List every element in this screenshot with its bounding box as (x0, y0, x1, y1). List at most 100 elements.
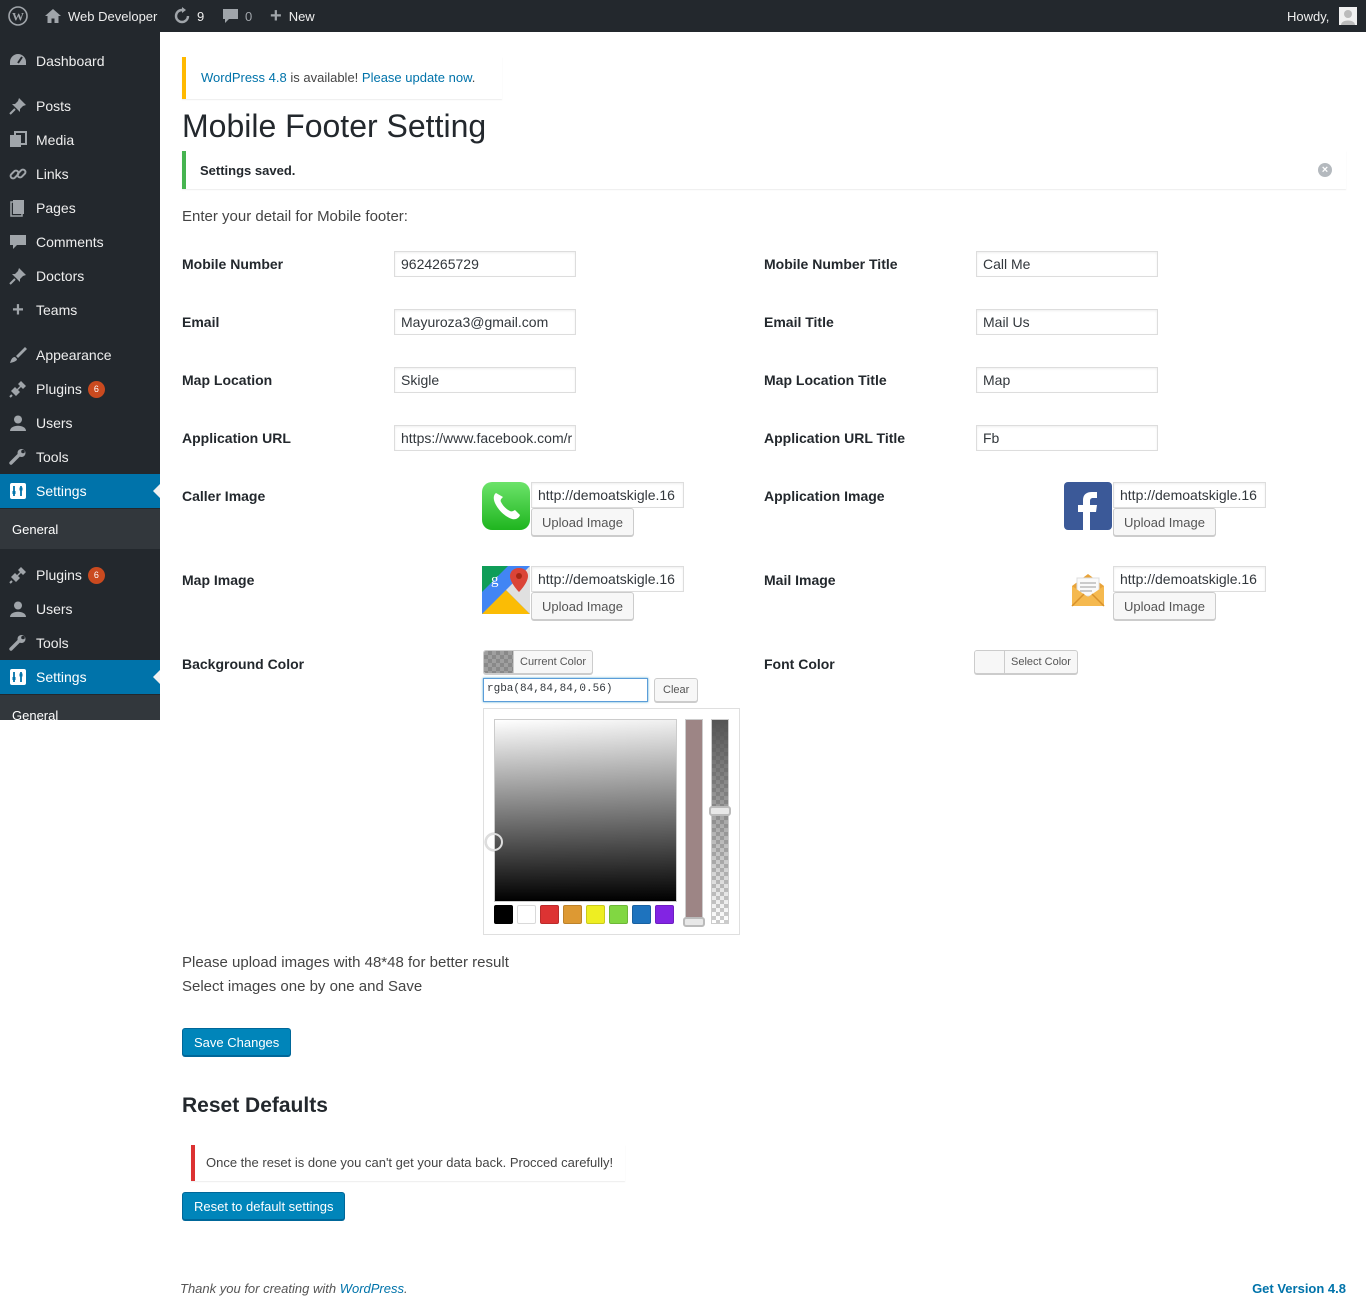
sidebar-subitem-general[interactable]: General (0, 509, 160, 549)
dismiss-icon[interactable]: × (1318, 163, 1332, 177)
picker-handle[interactable] (485, 833, 503, 851)
map-location-input[interactable]: Skigle (394, 367, 576, 393)
palette-swatch[interactable] (540, 905, 559, 924)
sidebar-subitem-general-2[interactable]: General (0, 695, 160, 720)
user-icon (0, 414, 36, 432)
google-maps-icon: g (482, 566, 530, 614)
application-image-url-input[interactable]: http://demoatskigle.16 (1113, 482, 1266, 508)
media-icon (0, 131, 36, 149)
new-content-link[interactable]: + New (270, 0, 315, 32)
email-title-input[interactable]: Mail Us (976, 309, 1158, 335)
sidebar-item-doctors[interactable]: Doctors (0, 259, 160, 293)
caller-image-url-input[interactable]: http://demoatskigle.16 (531, 482, 684, 508)
sidebar-item-label: Pages (36, 200, 76, 216)
palette-swatch[interactable] (517, 905, 536, 924)
map-upload-button[interactable]: Upload Image (531, 592, 634, 620)
page-title: Mobile Footer Setting (182, 108, 487, 144)
mail-image-url-input[interactable]: http://demoatskigle.16 (1113, 566, 1266, 592)
select-color-label: Select Color (1011, 656, 1071, 668)
palette-swatch[interactable] (609, 905, 628, 924)
sidebar-item-settings-2[interactable]: Settings (0, 660, 160, 694)
saturation-lightness-square[interactable] (494, 719, 677, 902)
updates-link[interactable]: 9 (173, 0, 204, 32)
mail-image-label: Mail Image (764, 572, 836, 588)
pin-icon (0, 267, 36, 285)
mobile-number-input[interactable]: 9624265729 (394, 251, 576, 277)
application-url-input[interactable]: https://www.facebook.com/r (394, 425, 576, 451)
palette-swatch[interactable] (655, 905, 674, 924)
brush-icon (0, 346, 36, 364)
howdy-text: Howdy, (1287, 8, 1330, 24)
footer-thanks-text: Thank you for creating with (180, 1281, 340, 1296)
palette-swatch[interactable] (563, 905, 582, 924)
sidebar-item-label: Tools (36, 635, 69, 651)
map-image-url-input[interactable]: http://demoatskigle.16 (531, 566, 684, 592)
mail-upload-button[interactable]: Upload Image (1113, 592, 1216, 620)
site-name-link[interactable]: Web Developer (44, 0, 157, 32)
application-upload-button[interactable]: Upload Image (1113, 508, 1216, 536)
sidebar-item-plugins[interactable]: Plugins 6 (0, 372, 160, 406)
user-icon (0, 600, 36, 618)
sidebar-item-dashboard[interactable]: Dashboard (0, 44, 160, 78)
link-icon (0, 165, 36, 183)
sidebar-item-users-2[interactable]: Users (0, 592, 160, 626)
sidebar-item-tools[interactable]: Tools (0, 440, 160, 474)
wordpress-logo-icon[interactable]: W (8, 0, 28, 32)
hue-slider[interactable] (683, 719, 705, 927)
alpha-slider[interactable] (709, 719, 731, 924)
save-changes-button[interactable]: Save Changes (182, 1028, 292, 1056)
current-color-swatch (484, 651, 514, 673)
sidebar-item-label: Links (36, 166, 69, 182)
sidebar-item-appearance[interactable]: Appearance (0, 338, 160, 372)
caller-upload-button[interactable]: Upload Image (531, 508, 634, 536)
reset-defaults-button[interactable]: Reset to default settings (182, 1192, 346, 1220)
sidebar-item-media[interactable]: Media (0, 123, 160, 157)
mobile-number-title-input[interactable]: Call Me (976, 251, 1158, 277)
map-location-title-input[interactable]: Map (976, 367, 1158, 393)
comments-link[interactable]: 0 (222, 0, 252, 32)
phone-icon (482, 482, 530, 530)
sidebar-item-label: Media (36, 132, 75, 148)
font-color-label: Font Color (764, 656, 835, 672)
palette-swatch[interactable] (586, 905, 605, 924)
email-input[interactable]: Mayuroza3@gmail.com (394, 309, 576, 335)
sidebar-item-plugins-2[interactable]: Plugins 6 (0, 558, 160, 592)
map-image-label: Map Image (182, 572, 255, 588)
sidebar-item-users[interactable]: Users (0, 406, 160, 440)
settings-icon (0, 668, 36, 686)
font-color-button[interactable]: Select Color (974, 650, 1078, 674)
reset-warning-notice: Once the reset is done you can't get you… (191, 1145, 625, 1181)
clear-color-button[interactable]: Clear (654, 678, 699, 702)
caller-image-label: Caller Image (182, 488, 266, 504)
sidebar-item-links[interactable]: Links (0, 157, 160, 191)
palette-swatch[interactable] (494, 905, 513, 924)
sidebar-item-teams[interactable]: + Teams (0, 293, 160, 327)
plugin-icon (0, 566, 36, 584)
palette-swatch[interactable] (632, 905, 651, 924)
sidebar-item-label: Teams (36, 302, 78, 318)
sidebar-item-tools-2[interactable]: Tools (0, 626, 160, 660)
footer-version-link[interactable]: Get Version 4.8 (1252, 1281, 1346, 1296)
hue-slider-handle[interactable] (683, 917, 705, 927)
my-account-link[interactable]: Howdy, (1287, 0, 1358, 32)
footer-wordpress-link[interactable]: WordPress (340, 1281, 404, 1296)
update-now-link[interactable]: Please update now (362, 70, 472, 85)
sidebar-item-comments[interactable]: Comments (0, 225, 160, 259)
sidebar-item-label: Posts (36, 98, 72, 114)
wordpress-version-link[interactable]: WordPress 4.8 (201, 70, 287, 85)
application-url-title-input[interactable]: Fb (976, 425, 1158, 451)
background-color-value-input[interactable]: rgba(84,84,84,0.56) (483, 678, 648, 702)
wrench-icon (0, 448, 36, 466)
email-label: Email (182, 314, 220, 330)
sidebar-item-label: Plugins (36, 567, 82, 583)
mobile-number-label: Mobile Number (182, 256, 284, 272)
sidebar-item-settings[interactable]: Settings (0, 474, 160, 508)
sidebar-item-label: Dashboard (36, 53, 105, 69)
footer-period: . (404, 1281, 408, 1296)
background-color-button[interactable]: Current Color (483, 650, 594, 674)
alpha-slider-handle[interactable] (709, 806, 731, 816)
sidebar-item-posts[interactable]: Posts (0, 89, 160, 123)
sidebar-item-pages[interactable]: Pages (0, 191, 160, 225)
wrench-icon (0, 634, 36, 652)
sidebar-item-label: Tools (36, 449, 69, 465)
